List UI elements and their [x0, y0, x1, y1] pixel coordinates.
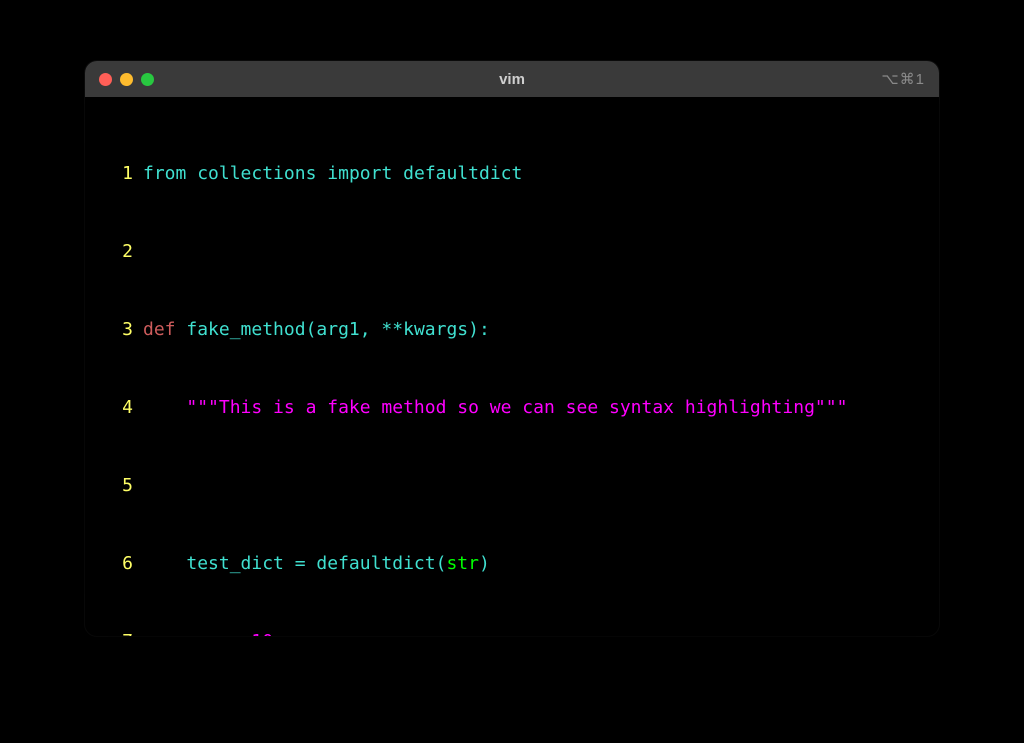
window-controls	[99, 73, 154, 86]
terminal-window: vim ⌥⌘1 1from collections import default…	[85, 61, 939, 636]
line-number: 1	[85, 161, 143, 187]
minimize-icon[interactable]	[120, 73, 133, 86]
code-line: 3def fake_method(arg1, **kwargs):	[85, 317, 939, 343]
code-line: 2	[85, 239, 939, 265]
code-line: 7 num = 10	[85, 629, 939, 636]
code-line: 5	[85, 473, 939, 499]
line-number: 3	[85, 317, 143, 343]
line-number: 2	[85, 239, 143, 265]
code-line: 1from collections import defaultdict	[85, 161, 939, 187]
line-number: 4	[85, 395, 143, 421]
line-number: 7	[85, 629, 143, 636]
close-icon[interactable]	[99, 73, 112, 86]
editor-area[interactable]: 1from collections import defaultdict 2 3…	[85, 97, 939, 636]
shortcut-hint: ⌥⌘1	[881, 70, 925, 88]
window-title: vim	[85, 71, 939, 88]
line-number: 6	[85, 551, 143, 577]
zoom-icon[interactable]	[141, 73, 154, 86]
code-line: 6 test_dict = defaultdict(str)	[85, 551, 939, 577]
line-number: 5	[85, 473, 143, 499]
titlebar: vim ⌥⌘1	[85, 61, 939, 97]
code-line: 4 """This is a fake method so we can see…	[85, 395, 939, 421]
